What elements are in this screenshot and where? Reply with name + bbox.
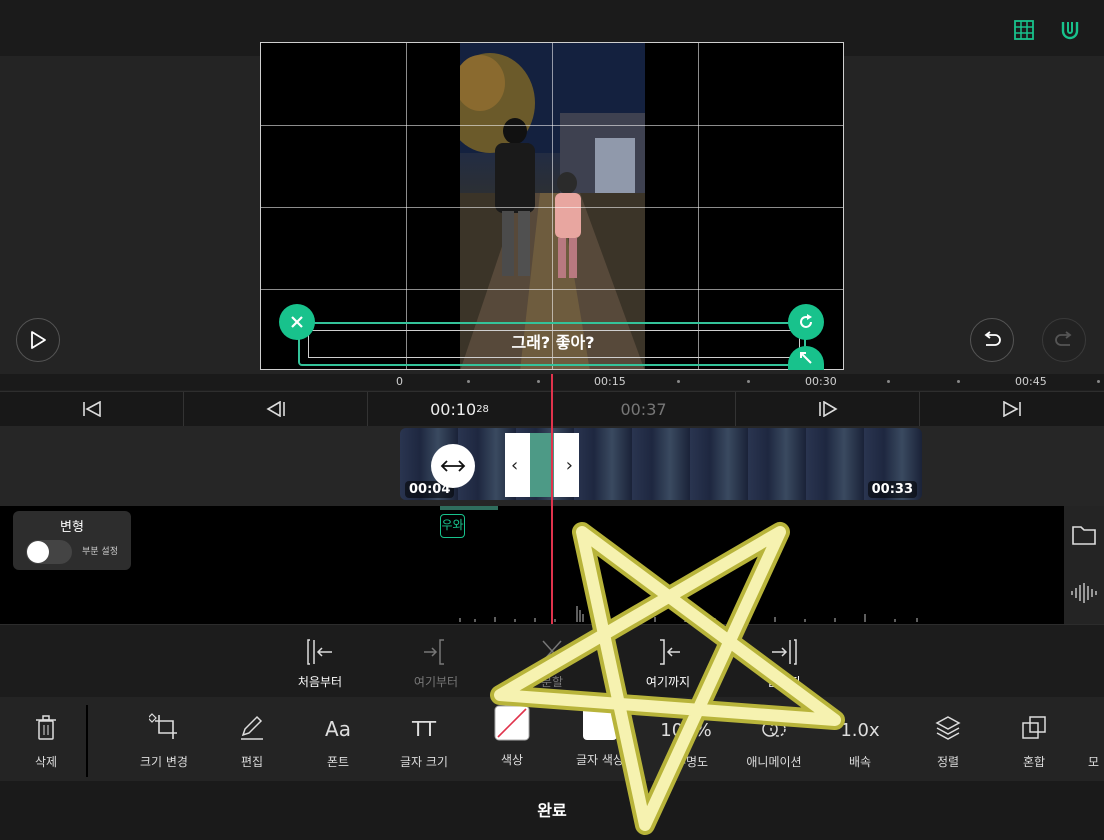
current-time: 00:10 28 bbox=[368, 392, 552, 426]
trim-from-start-button[interactable]: 처음부터 bbox=[274, 625, 366, 698]
magnet-snap-icon[interactable] bbox=[1054, 14, 1086, 46]
tool-label: 편집 bbox=[240, 755, 264, 769]
tool-label: 크기 변경 bbox=[140, 755, 188, 769]
tool-label: 혼합 bbox=[1022, 755, 1046, 769]
split-label: 여기부터 bbox=[413, 675, 459, 689]
undo-button[interactable] bbox=[970, 318, 1014, 362]
text-size-icon: TT bbox=[411, 717, 437, 741]
play-button[interactable] bbox=[16, 318, 60, 362]
video-preview[interactable] bbox=[260, 42, 844, 370]
text-layer-bar[interactable] bbox=[440, 506, 498, 510]
partial-setting-label: 부분 설정 bbox=[82, 547, 118, 557]
rotate-handle-icon[interactable] bbox=[788, 304, 824, 340]
grid-icon[interactable] bbox=[1008, 14, 1040, 46]
tool-label: 삭제 bbox=[34, 755, 58, 769]
ruler-label: 00:30 bbox=[805, 375, 837, 388]
folder-icon[interactable] bbox=[1070, 520, 1098, 550]
clip-end-time: 00:33 bbox=[867, 481, 917, 498]
transition-selector[interactable]: ‹ › bbox=[505, 433, 579, 497]
font-button[interactable]: Aa 폰트 bbox=[294, 697, 382, 781]
edit-button[interactable]: 편집 bbox=[208, 697, 296, 781]
jump-to-start-button[interactable] bbox=[0, 392, 184, 426]
chevron-right-icon[interactable]: › bbox=[566, 455, 573, 476]
delete-button[interactable]: 삭제 bbox=[2, 697, 90, 781]
star-overlay bbox=[490, 522, 845, 835]
tool-label: 모 bbox=[1088, 755, 1100, 769]
align-button[interactable]: 정렬 bbox=[904, 697, 992, 781]
tool-label: 폰트 bbox=[326, 755, 350, 769]
trim-drag-handle-icon[interactable] bbox=[431, 444, 475, 488]
split-label: 처음부터 bbox=[297, 675, 343, 689]
chevron-left-icon[interactable]: ‹ bbox=[511, 455, 518, 476]
text-size-button[interactable]: TT 글자 크기 bbox=[380, 697, 468, 781]
prev-frame-button[interactable] bbox=[184, 392, 368, 426]
trim-from-here-button[interactable]: 여기부터 bbox=[390, 625, 482, 698]
jump-to-end-button[interactable] bbox=[920, 392, 1104, 426]
total-time: 00:37 bbox=[552, 392, 736, 426]
font-icon: Aa bbox=[325, 717, 351, 741]
ruler-label: 00:45 bbox=[1015, 375, 1047, 388]
transform-title: 변형 bbox=[60, 520, 84, 535]
track-side-tools bbox=[1064, 506, 1104, 624]
toggle-knob bbox=[27, 541, 49, 563]
text-layer-label[interactable]: 우와 bbox=[440, 514, 465, 538]
next-frame-button[interactable] bbox=[736, 392, 920, 426]
ruler-label: 00:15 bbox=[594, 375, 626, 388]
more-button[interactable]: 모 bbox=[1088, 697, 1104, 781]
blend-button[interactable]: 혼합 bbox=[990, 697, 1078, 781]
ruler-label: 0 bbox=[396, 375, 403, 388]
tool-label: 정렬 bbox=[936, 755, 960, 769]
resize-button[interactable]: 크기 변경 bbox=[120, 697, 208, 781]
subtitle-text[interactable]: 그래? 좋아? bbox=[308, 330, 798, 356]
redo-button[interactable] bbox=[1042, 318, 1086, 362]
video-clip[interactable]: 00:04 00:33 bbox=[400, 428, 922, 500]
tool-label: 글자 크기 bbox=[400, 755, 448, 769]
current-frames: 28 bbox=[476, 403, 489, 415]
toolbar-divider bbox=[86, 705, 88, 777]
audio-waveform-icon[interactable] bbox=[1068, 578, 1100, 608]
delete-layer-handle-icon[interactable] bbox=[279, 304, 315, 340]
